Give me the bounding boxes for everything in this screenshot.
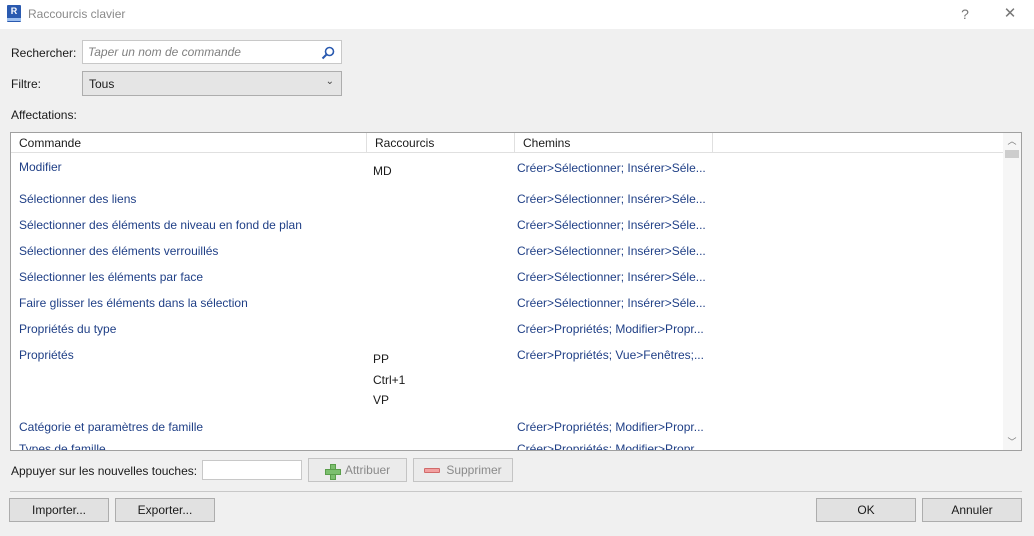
export-button[interactable]: Exporter... bbox=[115, 498, 215, 522]
separator bbox=[10, 491, 1022, 492]
column-header-command[interactable]: Commande bbox=[11, 133, 367, 153]
shortcut-cell: PP Ctrl+1 VP bbox=[373, 352, 503, 414]
table-row[interactable]: Types de famille Créer>Propriétés; Modif… bbox=[11, 442, 1003, 450]
plus-icon bbox=[324, 463, 341, 480]
search-field[interactable] bbox=[82, 40, 342, 64]
filter-dropdown[interactable]: Tous ⌄ bbox=[82, 71, 342, 96]
app-icon: R bbox=[7, 5, 21, 22]
assignments-label: Affectations: bbox=[11, 108, 77, 122]
table-body: Modifier MD Créer>Sélectionner; Insérer>… bbox=[11, 154, 1003, 450]
command-cell: Faire glisser les éléments dans la sélec… bbox=[19, 296, 248, 310]
path-cell: Créer>Propriétés; Modifier>Propr... bbox=[517, 322, 704, 336]
path-cell: Créer>Propriétés; Modifier>Propr... bbox=[517, 420, 704, 434]
new-keys-input[interactable] bbox=[202, 460, 302, 480]
filter-label: Filtre: bbox=[11, 77, 41, 91]
close-button[interactable]: ✕ bbox=[998, 4, 1022, 24]
new-keys-label: Appuyer sur les nouvelles touches: bbox=[11, 464, 198, 478]
cancel-button[interactable]: Annuler bbox=[922, 498, 1022, 522]
minus-icon bbox=[424, 468, 441, 474]
command-cell: Sélectionner des éléments de niveau en f… bbox=[19, 218, 302, 232]
assignments-table[interactable]: Commande Raccourcis Chemins Modifier MD … bbox=[10, 132, 1022, 451]
shortcut-cell: MD bbox=[373, 164, 503, 185]
table-header: Commande Raccourcis Chemins bbox=[11, 133, 1003, 153]
assign-button-label: Attribuer bbox=[344, 463, 391, 477]
table-row[interactable]: Catégorie et paramètres de famille Créer… bbox=[11, 416, 1003, 442]
table-row[interactable]: Sélectionner des éléments verrouillés Cr… bbox=[11, 240, 1003, 266]
title-bar: R Raccourcis clavier ? ✕ bbox=[0, 0, 1034, 29]
chevron-down-icon: ⌄ bbox=[325, 76, 334, 87]
window-title: Raccourcis clavier bbox=[28, 7, 126, 21]
shortcut-key: Ctrl+1 bbox=[373, 372, 406, 387]
search-icon[interactable] bbox=[321, 46, 335, 60]
ok-button[interactable]: OK bbox=[816, 498, 916, 522]
command-cell: Types de famille bbox=[19, 442, 106, 450]
table-row[interactable]: Sélectionner les éléments par face Créer… bbox=[11, 266, 1003, 292]
path-cell: Créer>Sélectionner; Insérer>Séle... bbox=[517, 218, 706, 232]
vertical-scrollbar[interactable]: ︿ ﹀ bbox=[1003, 133, 1021, 450]
command-cell: Propriétés bbox=[19, 348, 74, 362]
path-cell: Créer>Propriétés; Modifier>Propr... bbox=[517, 442, 704, 450]
command-cell: Propriétés du type bbox=[19, 322, 117, 336]
path-cell: Créer>Sélectionner; Insérer>Séle... bbox=[517, 270, 706, 284]
shortcut-key: PP bbox=[373, 352, 390, 366]
command-cell: Catégorie et paramètres de famille bbox=[19, 420, 204, 434]
column-header-paths[interactable]: Chemins bbox=[515, 133, 713, 153]
remove-button[interactable]: Supprimer bbox=[413, 458, 513, 482]
table-row[interactable]: Propriétés PP Ctrl+1 VP Créer>Propriétés… bbox=[11, 344, 1003, 416]
command-cell: Sélectionner les éléments par face bbox=[19, 270, 204, 284]
search-input[interactable] bbox=[88, 43, 316, 61]
table-row[interactable]: Sélectionner des liens Créer>Sélectionne… bbox=[11, 188, 1003, 214]
chevron-up-icon[interactable]: ︿ bbox=[1003, 133, 1021, 149]
column-header-shortcuts[interactable]: Raccourcis bbox=[367, 133, 515, 153]
scrollbar-thumb[interactable] bbox=[1005, 150, 1019, 158]
chevron-down-icon[interactable]: ﹀ bbox=[1003, 434, 1021, 450]
command-cell: Modifier bbox=[19, 160, 62, 174]
command-cell: Sélectionner des éléments verrouillés bbox=[19, 244, 219, 258]
path-cell: Créer>Sélectionner; Insérer>Séle... bbox=[517, 244, 706, 258]
shortcut-key: MD bbox=[373, 164, 392, 178]
help-button[interactable]: ? bbox=[953, 4, 977, 24]
path-cell: Créer>Sélectionner; Insérer>Séle... bbox=[517, 161, 706, 175]
search-label: Rechercher: bbox=[11, 46, 77, 60]
import-button[interactable]: Importer... bbox=[9, 498, 109, 522]
table-row[interactable]: Faire glisser les éléments dans la sélec… bbox=[11, 292, 1003, 318]
table-row[interactable]: Propriétés du type Créer>Propriétés; Mod… bbox=[11, 318, 1003, 344]
remove-button-label: Supprimer bbox=[446, 463, 502, 477]
assign-button[interactable]: Attribuer bbox=[308, 458, 407, 482]
table-row[interactable]: Sélectionner des éléments de niveau en f… bbox=[11, 214, 1003, 240]
table-row[interactable]: Modifier MD Créer>Sélectionner; Insérer>… bbox=[11, 154, 1003, 188]
path-cell: Créer>Propriétés; Vue>Fenêtres;... bbox=[517, 348, 704, 362]
path-cell: Créer>Sélectionner; Insérer>Séle... bbox=[517, 296, 706, 310]
path-cell: Créer>Sélectionner; Insérer>Séle... bbox=[517, 192, 706, 206]
command-cell: Sélectionner des liens bbox=[19, 192, 137, 206]
filter-selected-value: Tous bbox=[89, 77, 115, 91]
shortcut-key: VP bbox=[373, 393, 390, 407]
